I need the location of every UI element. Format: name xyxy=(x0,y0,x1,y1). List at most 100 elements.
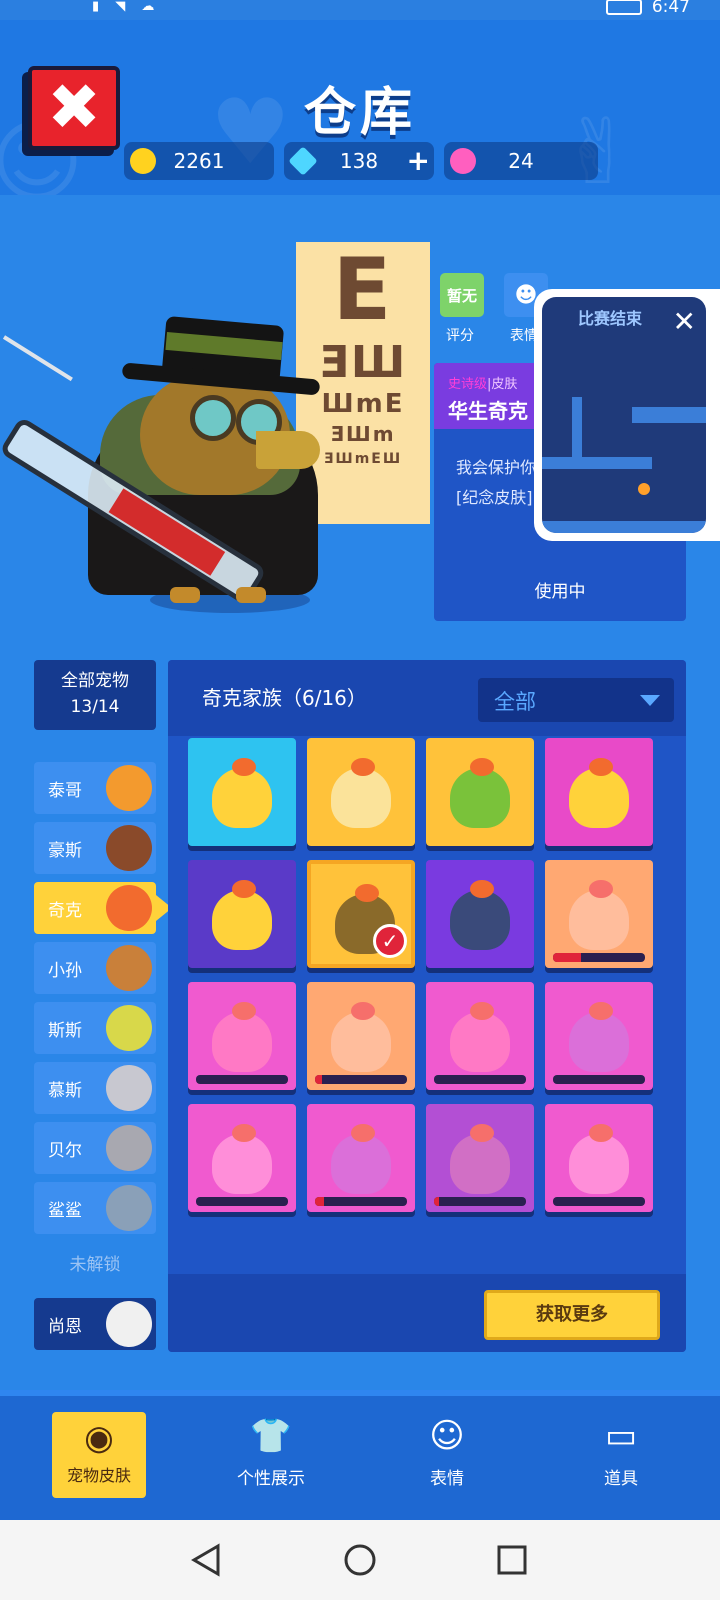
pet-item-shasha[interactable]: 鲨鲨 xyxy=(34,1182,156,1234)
chick-comb xyxy=(351,758,375,776)
video-pillar xyxy=(572,397,582,457)
horse-avatar-icon xyxy=(106,825,152,871)
pet-name: 贝尔 xyxy=(48,1141,82,1161)
chick-comb xyxy=(470,880,494,898)
character-beak xyxy=(256,431,320,469)
nav-tab-emote[interactable]: ☺ 表情 xyxy=(382,1410,512,1510)
locked-overlay xyxy=(545,982,653,1090)
skin-tile[interactable] xyxy=(545,1104,653,1212)
add-diamond-button[interactable]: + xyxy=(407,144,430,177)
get-more-button[interactable]: 获取更多 xyxy=(484,1290,660,1340)
filter-value: 全部 xyxy=(494,690,536,714)
fragment-progress-bar xyxy=(553,1075,645,1084)
all-pets-label: 全部宠物 xyxy=(61,671,129,691)
skin-preview: E ƎШ ШmE ƎШm ƎШmEШ 暂无 评分 ☻ 表情 史诗级|皮肤 华生奇… xyxy=(0,195,720,655)
pet-item-shangen[interactable]: 尚恩 xyxy=(34,1298,156,1350)
locked-overlay xyxy=(188,1104,296,1212)
pet-name: 奇克 xyxy=(48,901,82,921)
nav-tab-items[interactable]: ▭ 道具 xyxy=(556,1410,686,1510)
skin-tile[interactable] xyxy=(426,1104,534,1212)
locked-overlay xyxy=(426,982,534,1090)
pet-item-qike[interactable]: 奇克 xyxy=(34,882,156,934)
emote-icon: ☺ xyxy=(429,1416,465,1456)
filter-dropdown[interactable]: 全部 xyxy=(478,678,674,722)
pet-name: 斯斯 xyxy=(48,1021,82,1041)
chick-comb xyxy=(470,758,494,776)
skin-tile[interactable]: ✓ xyxy=(307,860,415,968)
pet-item-musi[interactable]: 慕斯 xyxy=(34,1062,156,1114)
mouse-avatar-icon xyxy=(106,1065,152,1111)
nav-tab-profile-display[interactable]: 👕 个性展示 xyxy=(206,1410,336,1510)
fragment-progress-bar xyxy=(434,1197,526,1206)
video-close-icon[interactable]: ✕ xyxy=(673,305,696,338)
fragment-progress-bar xyxy=(434,1075,526,1084)
video-platform xyxy=(632,407,706,423)
lotus-counter: 24 xyxy=(444,142,598,180)
system-nav-bar xyxy=(0,1520,720,1600)
skin-tile[interactable] xyxy=(426,860,534,968)
pet-name: 尚恩 xyxy=(48,1317,82,1337)
back-icon[interactable] xyxy=(188,1542,224,1578)
skin-tile[interactable] xyxy=(545,738,653,846)
snake-avatar-icon xyxy=(106,1005,152,1051)
tiger-avatar-icon xyxy=(106,765,152,811)
skin-tile[interactable] xyxy=(426,738,534,846)
skin-tile[interactable] xyxy=(307,1104,415,1212)
chick-skin-icon xyxy=(212,890,272,950)
video-floor xyxy=(542,521,706,533)
bear-avatar-icon xyxy=(106,1125,152,1171)
status-time: 6:47 xyxy=(651,0,690,17)
battery-icon xyxy=(605,0,642,15)
pet-item-xiaosun[interactable]: 小孙 xyxy=(34,942,156,994)
fragment-progress-bar xyxy=(315,1197,407,1206)
skin-panel-footer: 获取更多 xyxy=(168,1274,686,1352)
video-character xyxy=(638,483,650,495)
needle xyxy=(2,335,73,382)
nav-label: 宠物皮肤 xyxy=(66,1466,131,1485)
pet-name: 慕斯 xyxy=(48,1081,82,1101)
video-title: 比赛结束 xyxy=(578,309,643,328)
skin-tile[interactable] xyxy=(188,982,296,1090)
skin-tile[interactable] xyxy=(426,982,534,1090)
monkey-avatar-icon xyxy=(106,945,152,991)
locked-overlay xyxy=(307,1104,415,1212)
rating-label: 评分 xyxy=(446,328,474,344)
skin-tile[interactable] xyxy=(545,860,653,968)
skin-panel: 奇克家族（6/16） 全部 ✓ 获取更多 xyxy=(168,660,686,1352)
skin-tile[interactable] xyxy=(188,860,296,968)
chick-comb xyxy=(232,880,256,898)
diamond-counter: 138 + xyxy=(284,142,434,180)
character-foot xyxy=(170,587,200,603)
all-pets-count: 13/14 xyxy=(70,697,120,717)
pet-item-taige[interactable]: 泰哥 xyxy=(34,762,156,814)
skin-description: 我会保护你 xyxy=(456,458,537,477)
chick-avatar-icon xyxy=(106,885,152,931)
floating-video-window[interactable]: 比赛结束 ✕ xyxy=(534,289,720,541)
all-pets-filter[interactable]: 全部宠物 13/14 xyxy=(34,660,156,730)
type-tag: |皮肤 xyxy=(487,377,518,392)
skin-tile[interactable] xyxy=(307,738,415,846)
sheep-avatar-icon xyxy=(106,1301,152,1347)
skin-tile[interactable] xyxy=(188,1104,296,1212)
family-title: 奇克家族（6/16） xyxy=(202,686,367,710)
pet-item-beier[interactable]: 贝尔 xyxy=(34,1122,156,1174)
skin-panel-header: 奇克家族（6/16） 全部 xyxy=(168,660,686,736)
skin-tile[interactable] xyxy=(188,738,296,846)
pet-item-sisi[interactable]: 斯斯 xyxy=(34,1002,156,1054)
skin-tile[interactable] xyxy=(545,982,653,1090)
chick-comb xyxy=(589,758,613,776)
status-bar: ▮ ◥ ☁ 6:47 xyxy=(0,0,720,20)
nav-label: 道具 xyxy=(604,1469,638,1489)
recents-icon[interactable] xyxy=(494,1542,530,1578)
gold-counter: 2261 xyxy=(124,142,274,180)
rating-chip[interactable]: 暂无 xyxy=(440,273,484,317)
home-icon[interactable] xyxy=(342,1542,378,1578)
skin-tile[interactable] xyxy=(307,982,415,1090)
locked-overlay xyxy=(426,1104,534,1212)
card-icon: ▭ xyxy=(604,1416,638,1456)
chick-comb xyxy=(355,884,379,902)
locked-overlay xyxy=(307,982,415,1090)
locked-overlay xyxy=(188,982,296,1090)
nav-tab-pet-skin[interactable]: ◉ 宠物皮肤 xyxy=(52,1412,146,1498)
pet-item-haosi[interactable]: 豪斯 xyxy=(34,822,156,874)
